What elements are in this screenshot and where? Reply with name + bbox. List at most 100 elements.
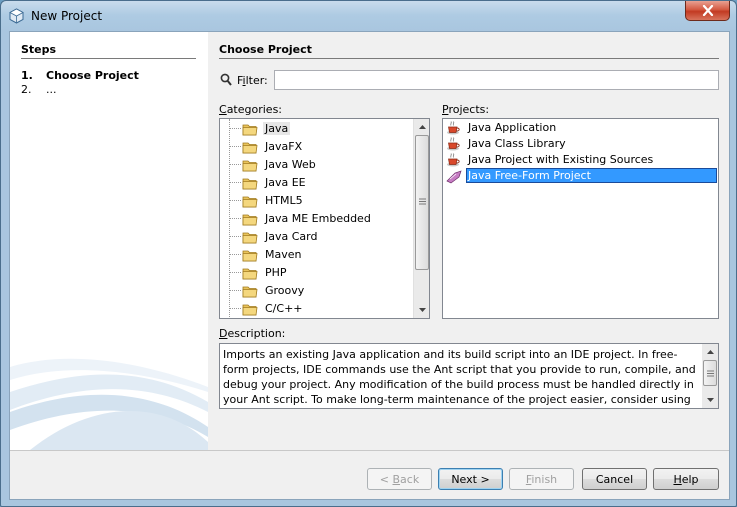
category-label: PHP (265, 266, 287, 279)
scroll-thumb[interactable] (415, 135, 429, 270)
arrow-up-icon (418, 125, 426, 129)
category-item[interactable]: PHP (220, 264, 412, 282)
free-form-project-icon (446, 168, 462, 184)
folder-icon (242, 175, 258, 191)
scroll-up-button[interactable] (414, 119, 429, 135)
finish-button[interactable]: Finish (509, 468, 574, 490)
project-item[interactable]: Java Free-Form Project (443, 168, 718, 184)
help-button[interactable]: Help (653, 468, 719, 490)
folder-icon (242, 265, 258, 281)
project-label: Java Free-Form Project (466, 168, 717, 183)
project-item[interactable]: Java Class Library (443, 136, 718, 152)
tree-connector (229, 146, 241, 147)
tree-connector (229, 290, 241, 291)
arrow-down-icon (706, 398, 714, 402)
folder-icon (242, 157, 258, 173)
tree-connector (229, 128, 241, 129)
step-item: 2.... (21, 83, 57, 96)
window-title: New Project (31, 9, 103, 23)
categories-scrollbar[interactable] (413, 119, 429, 318)
next-button[interactable]: Next > (438, 468, 503, 490)
netbeans-cube-icon (9, 8, 24, 24)
tree-connector (229, 308, 241, 309)
filter-input[interactable] (274, 70, 719, 90)
category-item[interactable]: Java Card (220, 228, 412, 246)
tree-connector (229, 272, 241, 273)
category-label: Groovy (265, 284, 305, 297)
close-icon (702, 5, 713, 16)
decorative-swoosh-graphic (10, 358, 208, 450)
project-label: Java Class Library (468, 137, 566, 150)
category-label: Java EE (265, 176, 306, 189)
scroll-down-button[interactable] (414, 302, 429, 318)
close-button[interactable] (685, 1, 730, 21)
steps-divider (21, 58, 196, 59)
category-item[interactable]: Java (220, 120, 412, 138)
step-label: ... (46, 83, 57, 96)
category-item[interactable]: Java Web (220, 156, 412, 174)
panel-divider (219, 58, 719, 59)
categories-label: Categories: (219, 103, 283, 116)
folder-icon (242, 121, 258, 137)
grip-icon (419, 198, 426, 205)
folder-icon (242, 211, 258, 227)
category-item[interactable]: Groovy (220, 282, 412, 300)
category-item[interactable]: HTML5 (220, 192, 412, 210)
java-cup-icon (446, 152, 462, 168)
category-item[interactable]: C/C++ (220, 300, 412, 318)
description-label: Description: (219, 327, 286, 340)
projects-list[interactable]: Java Application Java Class Library Java P… (442, 118, 719, 319)
category-item[interactable]: Java EE (220, 174, 412, 192)
dialog-content: Steps 1. Choose Project 2.... Choose Proj… (9, 31, 730, 500)
button-bar-divider (10, 450, 729, 451)
scroll-down-button[interactable] (702, 392, 718, 408)
step-item: 1. Choose Project (21, 69, 139, 82)
folder-icon (242, 139, 258, 155)
arrow-up-icon (706, 350, 714, 354)
tree-connector (229, 164, 241, 165)
project-label: Java Application (468, 121, 557, 134)
scroll-thumb[interactable] (703, 360, 717, 386)
category-label: Java Web (265, 158, 316, 171)
category-item[interactable]: Java ME Embedded (220, 210, 412, 228)
panel-title: Choose Project (219, 43, 312, 56)
new-project-dialog: New Project Steps 1. Choose Project 2.... (0, 0, 737, 507)
cancel-button[interactable]: Cancel (582, 468, 647, 490)
category-label: Maven (265, 248, 302, 261)
tree-connector (229, 236, 241, 237)
step-label: Choose Project (46, 69, 139, 82)
folder-icon (242, 283, 258, 299)
category-item[interactable]: JavaFX (220, 138, 412, 156)
folder-icon (242, 301, 258, 317)
project-item[interactable]: Java Application (443, 120, 718, 136)
java-cup-icon (446, 136, 462, 152)
category-item[interactable]: Maven (220, 246, 412, 264)
category-label: Java (263, 122, 291, 135)
projects-label: Projects: (442, 103, 490, 116)
steps-title: Steps (21, 43, 57, 56)
category-label: Java Card (265, 230, 318, 243)
tree-connector (229, 182, 241, 183)
categories-tree[interactable]: Java JavaFX Java Web Java EE HTML5 Java ME Em… (219, 118, 430, 319)
step-number: 1. (21, 69, 33, 82)
title-bar[interactable]: New Project (1, 1, 736, 31)
folder-icon (242, 193, 258, 209)
step-number: 2. (21, 83, 32, 96)
category-label: C/C++ (265, 302, 303, 315)
category-label: Java ME Embedded (265, 212, 371, 225)
category-label: JavaFX (265, 140, 303, 153)
tree-connector (229, 254, 241, 255)
description-scrollbar[interactable] (702, 344, 718, 408)
back-button[interactable]: < Back (367, 468, 432, 490)
scroll-up-button[interactable] (702, 344, 718, 360)
arrow-down-icon (418, 308, 426, 312)
category-label: HTML5 (265, 194, 303, 207)
folder-icon (242, 247, 258, 263)
grip-icon (707, 370, 714, 377)
java-cup-icon (446, 120, 462, 136)
tree-connector (229, 218, 241, 219)
folder-icon (242, 229, 258, 245)
project-item[interactable]: Java Project with Existing Sources (443, 152, 718, 168)
description-box: Imports an existing Java application and… (219, 343, 719, 409)
filter-label: Filter: (237, 74, 268, 87)
